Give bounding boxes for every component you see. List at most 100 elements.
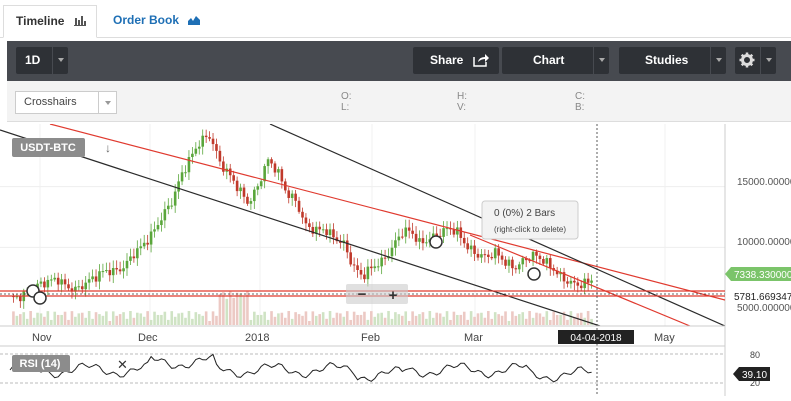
- candle-body: [232, 175, 235, 181]
- volume-bar: [397, 314, 401, 325]
- x-tick-label: 2018: [245, 332, 269, 344]
- volume-bar: [283, 317, 287, 325]
- candle-body: [304, 217, 308, 224]
- candle-body: [204, 135, 208, 138]
- volume-bar: [528, 311, 531, 325]
- volume-bar: [115, 315, 118, 325]
- volume-bar: [514, 315, 518, 325]
- candle-body: [94, 276, 98, 282]
- volume-bar: [390, 318, 394, 325]
- volume-bar: [407, 320, 411, 325]
- volume-bar: [91, 318, 94, 325]
- candle-body: [487, 254, 490, 257]
- tooltip-line2: (right-click to delete): [494, 225, 566, 234]
- candle-body: [77, 286, 81, 288]
- candle-body: [87, 279, 91, 283]
- candle-body: [356, 265, 359, 271]
- volume-bar: [480, 312, 483, 325]
- volume-bar: [411, 311, 414, 325]
- candle-body: [294, 193, 297, 201]
- trendline-red-upper[interactable]: [49, 124, 725, 301]
- volume-bar: [53, 311, 57, 325]
- candle-body: [111, 268, 115, 276]
- volume-bar: [545, 311, 549, 325]
- volume-bar: [569, 311, 573, 325]
- candle-body: [380, 257, 383, 267]
- candle-body: [490, 256, 494, 259]
- candle-body: [253, 189, 256, 202]
- volume-bar: [452, 311, 456, 325]
- volume-bar: [56, 314, 60, 325]
- x-tick-label: Feb: [361, 332, 380, 344]
- line-handle[interactable]: [33, 291, 47, 305]
- volume-bar: [335, 312, 339, 325]
- line-handle[interactable]: [527, 267, 541, 281]
- volume-bar: [49, 319, 53, 325]
- candle-body: [514, 268, 518, 270]
- volume-bar: [46, 311, 50, 325]
- volume-bar: [215, 315, 218, 325]
- candle-body: [504, 259, 507, 266]
- price-chart[interactable]: USDT-BTC ↓ 0 (0%) 2 Bars (right-click to…: [0, 0, 791, 401]
- volume-bar: [325, 318, 328, 325]
- x-tick-label: May: [654, 332, 675, 344]
- candle-body: [280, 169, 284, 182]
- candle-body: [308, 223, 311, 227]
- volume-bar: [552, 311, 556, 325]
- zoom-out-button[interactable]: −: [358, 286, 367, 303]
- line-handle[interactable]: [429, 235, 443, 249]
- candle-body: [328, 229, 332, 235]
- candle-body: [270, 159, 273, 164]
- candle-body: [266, 159, 270, 167]
- volume-bar: [180, 312, 184, 325]
- zoom-in-button[interactable]: +: [389, 287, 398, 304]
- candle-body: [301, 211, 304, 218]
- volume-bar: [105, 311, 108, 325]
- candle-body: [370, 266, 373, 269]
- candle-body: [517, 264, 521, 270]
- volume-bar: [15, 315, 19, 325]
- volume-bar: [490, 318, 494, 325]
- volume-bar: [445, 311, 449, 325]
- candle-body: [466, 243, 469, 250]
- volume-bar: [504, 311, 507, 325]
- volume-bar: [129, 311, 132, 325]
- candle-body: [146, 242, 149, 245]
- trendline-red-lower[interactable]: [469, 234, 691, 326]
- volume-bar: [366, 319, 370, 325]
- candle-body: [397, 236, 401, 241]
- rsi-label: RSI (14): [20, 358, 61, 370]
- candle-body: [115, 268, 118, 270]
- candle-body: [208, 137, 211, 139]
- candle-body: [160, 220, 163, 226]
- candle-body: [366, 266, 370, 280]
- volume-bar: [328, 311, 332, 325]
- volume-bar: [187, 311, 191, 325]
- volume-bar: [153, 311, 156, 325]
- candle-body: [332, 229, 335, 238]
- candle-body: [218, 150, 222, 162]
- volume-bar: [297, 314, 301, 325]
- volume-bar: [149, 319, 153, 325]
- arrow-down-icon[interactable]: ↓: [105, 141, 111, 155]
- line-price-label: 5781.669347: [734, 292, 791, 303]
- volume-bar: [101, 315, 105, 325]
- candle-body: [63, 279, 67, 285]
- candle-body: [290, 193, 294, 198]
- rsi-value-label: 39.10: [742, 370, 767, 381]
- volume-bar: [428, 311, 432, 325]
- volume-bar: [94, 312, 98, 325]
- y-tick-label: 5000.000000: [737, 303, 791, 314]
- volume-bar: [280, 312, 284, 325]
- volume-bar: [466, 319, 469, 325]
- candle-body: [418, 238, 421, 242]
- volume-bar: [60, 314, 63, 325]
- candle-body: [421, 238, 425, 244]
- volume-bar: [249, 319, 253, 325]
- close-icon[interactable]: ✕: [117, 357, 128, 372]
- candle-body: [239, 187, 242, 192]
- volume-bar: [118, 314, 122, 325]
- volume-bar: [373, 316, 377, 325]
- volume-bar: [253, 311, 256, 325]
- candle-body: [297, 200, 301, 212]
